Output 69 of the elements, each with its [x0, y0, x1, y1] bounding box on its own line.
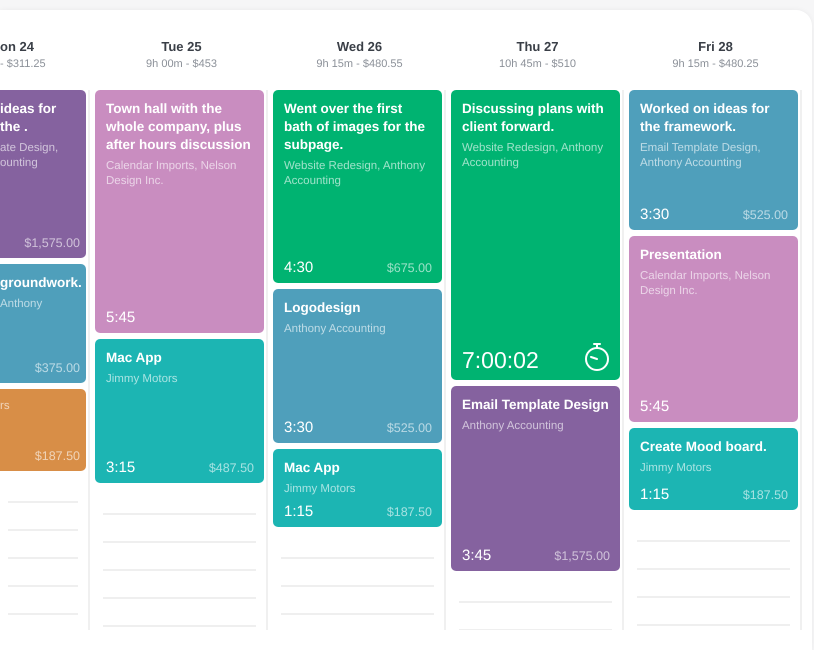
- day-summary: 9h 00m - $453: [146, 57, 217, 72]
- time-entry-card[interactable]: Email Template Design Anthony Accounting 3:45 $1,575.00: [451, 386, 620, 571]
- entry-amount: $525.00: [386, 421, 432, 435]
- entry-amount: $1,575.00: [554, 549, 610, 563]
- time-entry-card[interactable]: Create Mood board. Jimmy Motors 1:15 $187.50: [629, 428, 798, 510]
- entry-project: Calendar Imports, Nelson Design Inc.: [106, 159, 238, 189]
- entry-title: Went over the first bath of images for the subpage.: [284, 100, 426, 154]
- day-label: Thu 27: [516, 38, 558, 56]
- day-label: Tue 25: [161, 38, 202, 56]
- entry-project: Jimmy Motors: [640, 461, 713, 476]
- time-entry-card[interactable]: ideas for the . ate Design, ounting $1,575.00: [0, 90, 86, 258]
- entry-duration: 1:15: [640, 487, 670, 502]
- entry-project: rs: [0, 399, 11, 414]
- entry-project: Calendar Imports, Nelson Design Inc.: [640, 269, 772, 299]
- day-label: Wed 26: [336, 38, 382, 56]
- entry-project: Anthony: [0, 297, 44, 312]
- entry-title: Presentation: [640, 246, 723, 264]
- entry-title: Town hall with the whole company, plus after hours discussion: [106, 100, 252, 154]
- time-entry-card[interactable]: groundwork. Anthony $375.00: [0, 264, 86, 383]
- entry-amount: $487.50: [208, 461, 254, 475]
- entry-title: Logodesign: [284, 299, 362, 317]
- entry-title: ideas for the .: [0, 100, 58, 136]
- time-entry-card[interactable]: Discussing plans with client forward. Website Redesign, Anthony Accounting 7:00:02: [451, 90, 620, 380]
- time-entry-card[interactable]: Worked on ideas for the framework. Email Template Design, Anthony Accounting 3:30 $525.00: [629, 90, 798, 230]
- entry-project: Website Redesign, Anthony Accounting: [284, 159, 426, 189]
- entry-title: Discussing plans with client forward.: [462, 100, 605, 136]
- time-entry-card[interactable]: Town hall with the whole company, plus after hours discussion Calendar Imports, Nelson Design Inc. 5:45: [95, 90, 264, 333]
- entry-amount: $675.00: [386, 261, 432, 275]
- entry-duration: 3:30: [284, 420, 314, 435]
- entry-duration: 1:15: [284, 504, 314, 519]
- entry-amount: $375.00: [34, 361, 80, 375]
- time-entry-card[interactable]: Logodesign Anthony Accounting 3:30 $525.00: [273, 289, 442, 443]
- day-summary: - $311.25: [0, 57, 46, 72]
- time-entry-card[interactable]: Went over the first bath of images for the subpage. Website Redesign, Anthony Accounting 4:30 $675.00: [273, 90, 442, 283]
- entry-project: Jimmy Motors: [106, 372, 179, 387]
- entry-project: Website Redesign, Anthony Accounting: [462, 141, 604, 171]
- time-entry-card[interactable]: Presentation Calendar Imports, Nelson Design Inc. 5:45: [629, 236, 798, 422]
- entry-amount: $187.50: [34, 449, 80, 463]
- time-entry-card[interactable]: Mac App Jimmy Motors 3:15 $487.50: [95, 339, 264, 483]
- entry-duration: 3:30: [640, 207, 670, 222]
- day-summary: 9h 15m - $480.25: [672, 57, 759, 72]
- day-label: on 24: [0, 38, 34, 56]
- entry-amount: $187.50: [742, 488, 788, 502]
- entry-duration: 5:45: [640, 399, 670, 414]
- entry-amount: $525.00: [742, 208, 788, 222]
- entry-title: Email Template Design: [462, 396, 610, 414]
- entry-title: Mac App: [106, 349, 163, 367]
- timer-reading: 7:00:02: [462, 349, 539, 372]
- entry-duration: 3:15: [106, 460, 136, 475]
- stopwatch-icon[interactable]: [584, 342, 610, 372]
- entry-title: Worked on ideas for the framework.: [640, 100, 771, 136]
- entry-title: Mac App: [284, 459, 341, 477]
- entry-project: Anthony Accounting: [284, 322, 387, 337]
- entry-duration: 4:30: [284, 260, 314, 275]
- time-entry-card[interactable]: rs $187.50: [0, 389, 86, 471]
- entry-amount: $1,575.00: [24, 236, 80, 250]
- day-summary: 9h 15m - $480.55: [316, 57, 403, 72]
- entry-project: Anthony Accounting: [462, 419, 565, 434]
- entry-project: ate Design, ounting: [0, 141, 60, 171]
- entry-title: groundwork.: [0, 274, 80, 292]
- day-label: Fri 28: [698, 38, 733, 56]
- entry-project: Jimmy Motors: [284, 482, 357, 497]
- entry-project: Email Template Design, Anthony Accounting: [640, 141, 762, 171]
- entry-title: Create Mood board.: [640, 438, 768, 456]
- entry-amount: $187.50: [386, 505, 432, 519]
- entry-duration: 5:45: [106, 310, 136, 325]
- day-summary: 10h 45m - $510: [498, 57, 576, 72]
- time-entry-card[interactable]: Mac App Jimmy Motors 1:15 $187.50: [273, 449, 442, 527]
- entry-duration: 3:45: [462, 548, 492, 563]
